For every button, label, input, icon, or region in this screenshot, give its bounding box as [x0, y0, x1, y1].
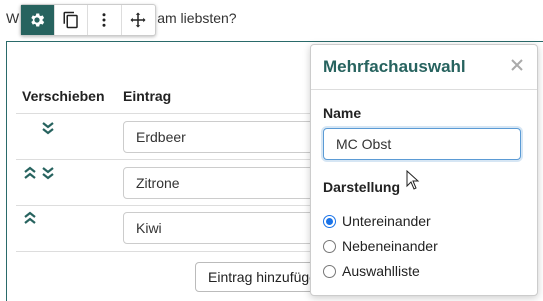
more-button[interactable]	[88, 5, 122, 35]
column-header-entry: Eintrag	[123, 88, 172, 104]
mouse-pointer-icon	[406, 169, 420, 195]
radio-option-auswahlliste[interactable]: Auswahlliste	[323, 263, 420, 279]
row-divider	[16, 113, 316, 114]
column-header-move: Verschieben	[22, 88, 105, 104]
radio-button[interactable]	[323, 214, 336, 228]
move-arrows-icon	[130, 12, 146, 28]
copy-button[interactable]	[55, 5, 88, 35]
row-divider	[16, 205, 316, 206]
more-vertical-icon	[102, 13, 106, 27]
element-toolbar	[20, 4, 156, 36]
move-up-button[interactable]	[22, 165, 38, 186]
close-icon	[511, 59, 523, 71]
radio-label: Auswahlliste	[342, 263, 420, 279]
entry-input-3[interactable]	[123, 212, 323, 244]
copy-icon	[63, 11, 78, 29]
radio-option-untereinander[interactable]: Untereinander	[323, 213, 431, 229]
move-up-button[interactable]	[22, 210, 38, 231]
row-mover	[22, 210, 38, 231]
move-button[interactable]	[122, 5, 155, 35]
radio-button[interactable]	[323, 264, 336, 278]
add-entry-label: Eintrag hinzufügen	[208, 269, 325, 285]
row-mover	[22, 165, 56, 186]
row-divider	[16, 159, 316, 160]
move-down-button[interactable]	[40, 165, 56, 186]
settings-popover: Mehrfachauswahl Name Darstellung Unterei…	[310, 44, 538, 296]
double-chevron-up-icon	[24, 166, 36, 179]
double-chevron-down-icon	[42, 167, 54, 180]
radio-option-nebeneinander[interactable]: Nebeneinander	[323, 238, 438, 254]
radio-button[interactable]	[323, 239, 336, 253]
double-chevron-down-icon	[42, 122, 54, 135]
gear-icon	[31, 13, 45, 27]
settings-button[interactable]	[21, 5, 55, 35]
double-chevron-up-icon	[24, 211, 36, 224]
row-divider	[16, 251, 316, 252]
add-entry-button[interactable]: Eintrag hinzufügen	[195, 262, 325, 292]
popover-title: Mehrfachauswahl	[323, 57, 466, 76]
radio-label: Nebeneinander	[342, 238, 438, 254]
move-down-button[interactable]	[40, 120, 56, 141]
entry-input-2[interactable]	[123, 167, 323, 199]
row-mover	[40, 120, 56, 141]
entry-input-1[interactable]	[123, 121, 323, 153]
close-button[interactable]	[507, 55, 527, 75]
name-label: Name	[323, 105, 362, 121]
popover-header: Mehrfachauswahl	[311, 45, 537, 90]
name-input[interactable]	[323, 128, 521, 160]
radio-label: Untereinander	[342, 213, 431, 229]
question-text-end: am liebsten?	[157, 10, 237, 26]
display-label: Darstellung	[323, 179, 401, 195]
